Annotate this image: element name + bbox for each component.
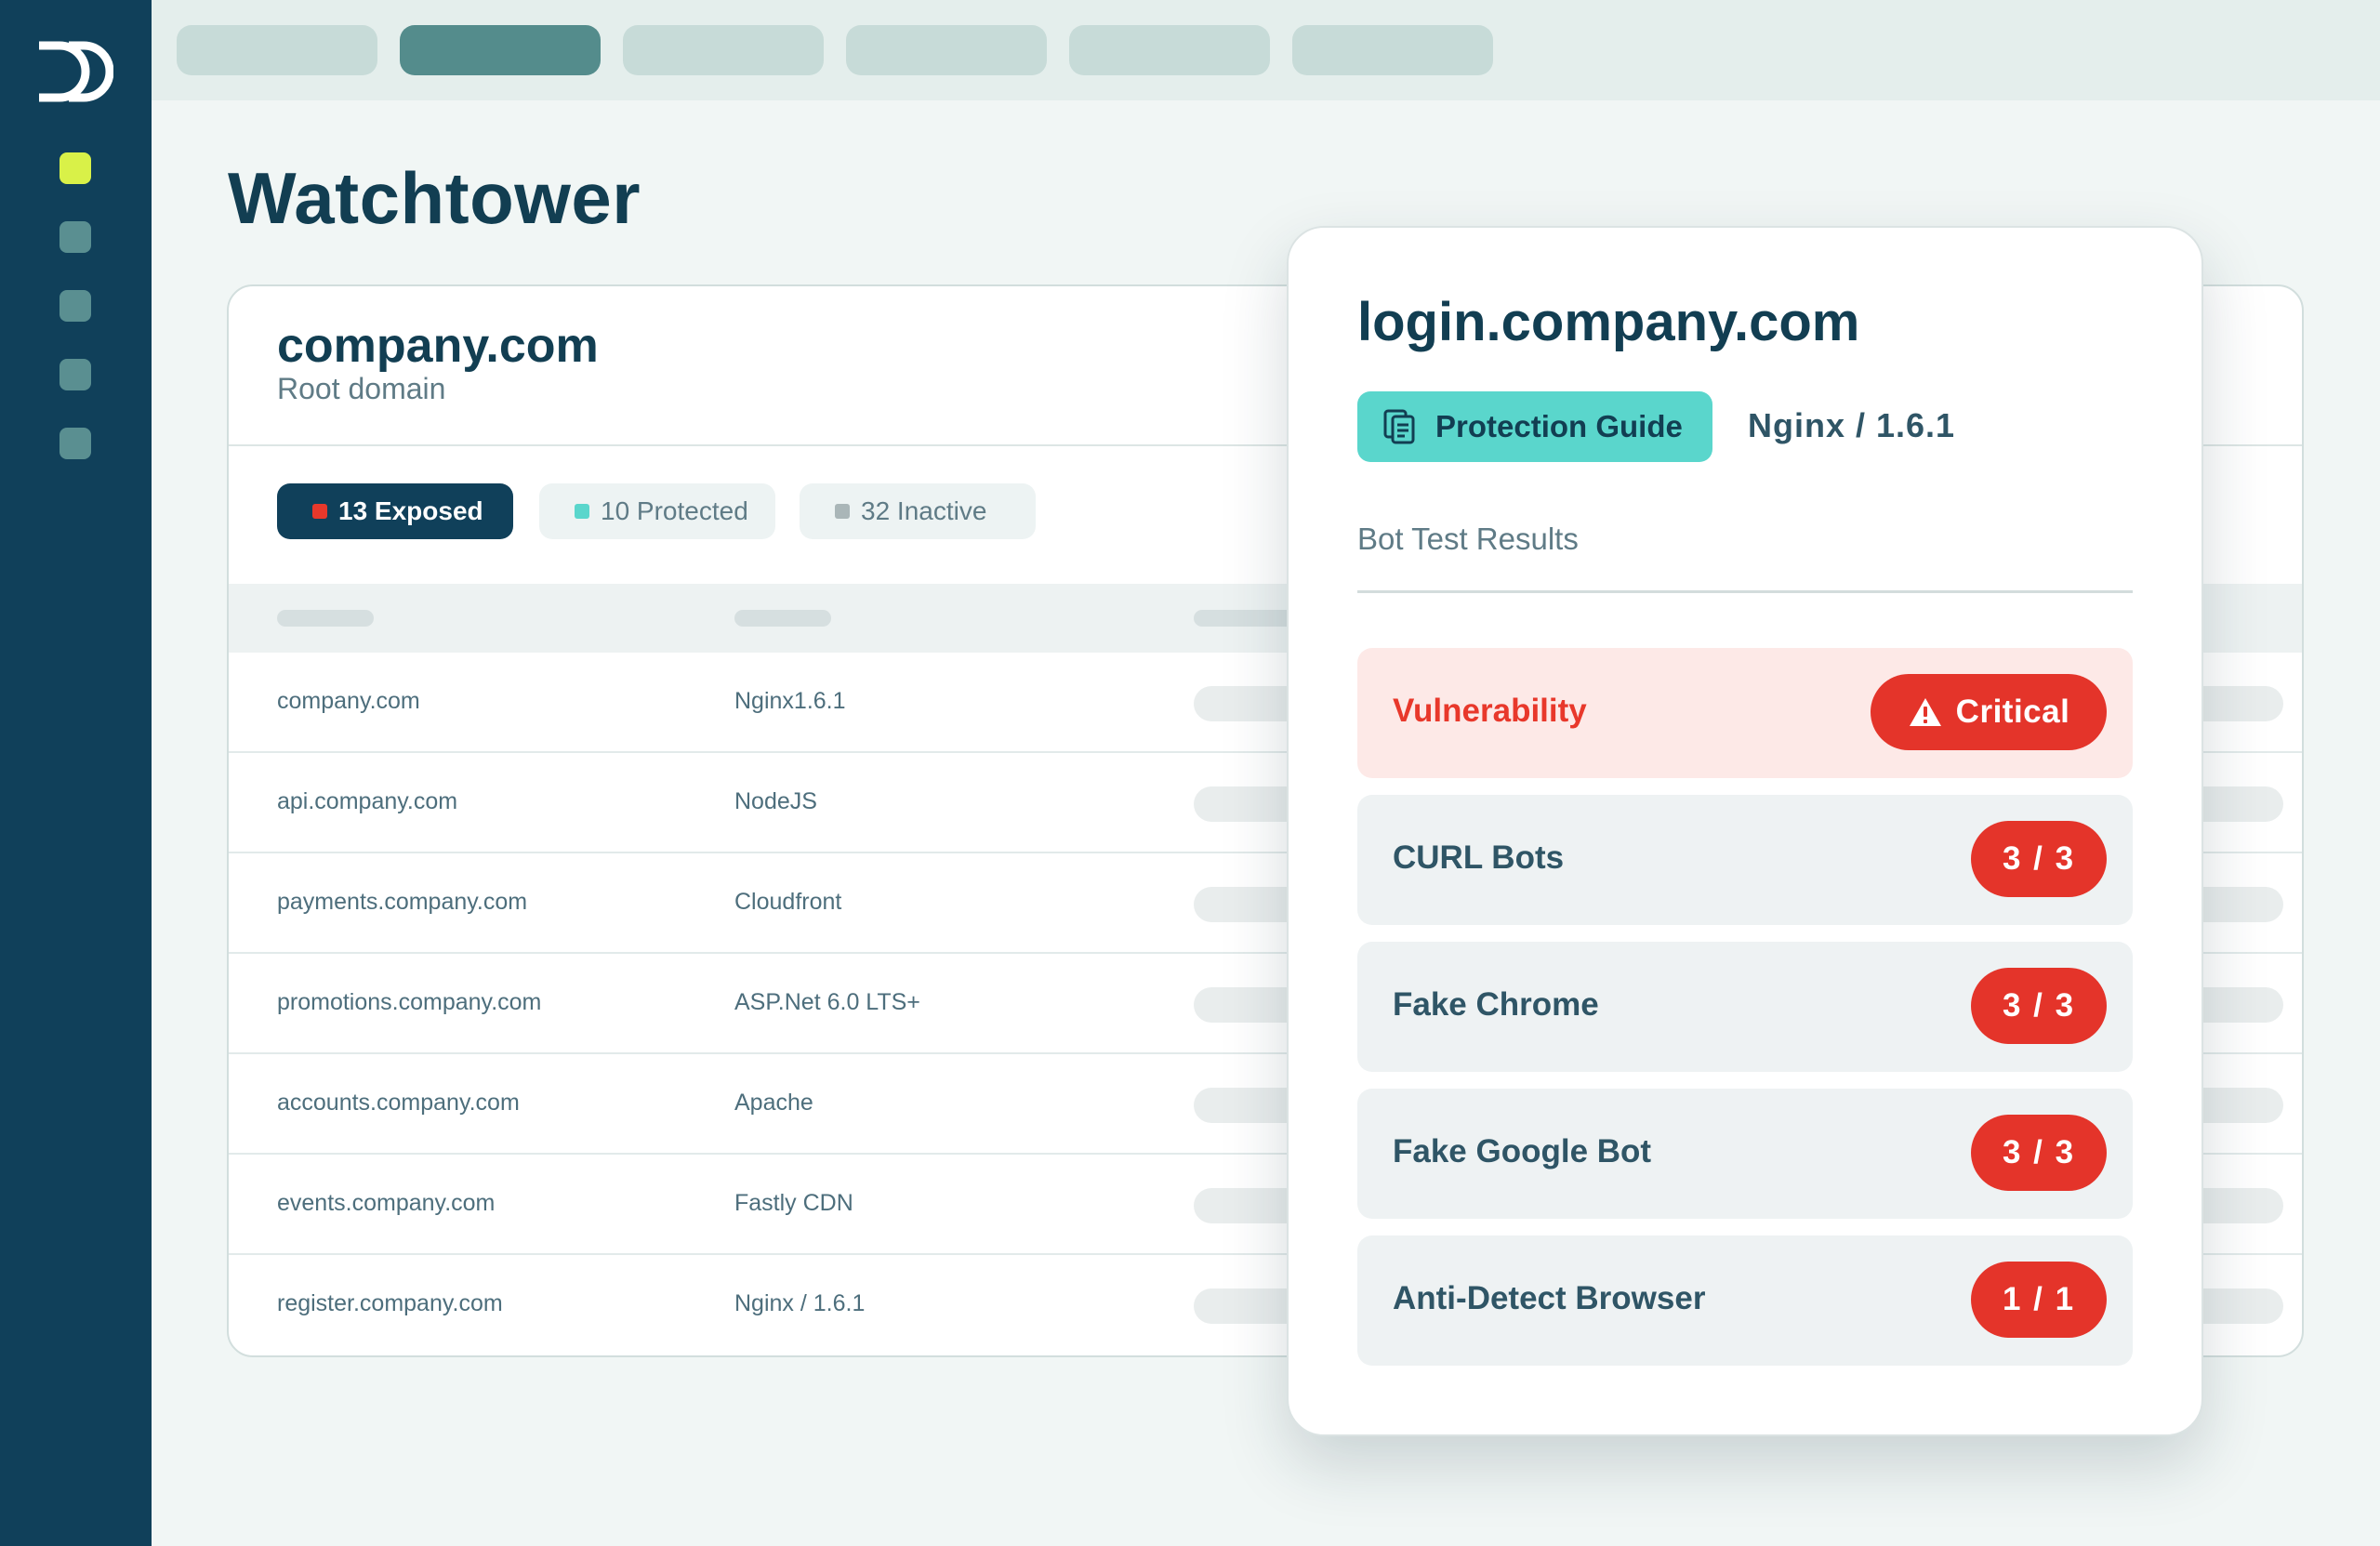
filter-exposed-label: 13 Exposed (338, 496, 483, 525)
tab-1[interactable] (177, 25, 377, 75)
top-tab-bar (152, 0, 2380, 100)
domain-subtitle: Root domain (277, 372, 446, 405)
tab-3[interactable] (623, 25, 824, 75)
sidebar (0, 0, 152, 1546)
bot-test-score-badge: 3 / 3 (1971, 821, 2107, 897)
nav-item-watchtower[interactable] (60, 152, 91, 184)
bot-test-row[interactable]: Fake Chrome 3 / 3 (1357, 942, 2133, 1072)
row-server: Fastly CDN (734, 1190, 853, 1216)
protection-guide-button[interactable]: Protection Guide (1357, 391, 1712, 462)
bot-test-label: CURL Bots (1393, 839, 1565, 876)
bot-test-label: Fake Chrome (1393, 986, 1599, 1023)
exposed-status-icon (312, 504, 327, 519)
subdomain-detail-popup: login.company.com Protection Guide Nginx… (1287, 226, 2203, 1436)
nav-item-3[interactable] (60, 290, 91, 322)
tab-5[interactable] (1069, 25, 1270, 75)
column-header-placeholder (734, 610, 831, 627)
critical-badge-label: Critical (1955, 694, 2070, 730)
row-domain: payments.company.com (277, 889, 528, 915)
row-domain: accounts.company.com (277, 1090, 520, 1116)
row-server: Cloudfront (734, 889, 842, 915)
document-icon (1383, 409, 1415, 444)
section-label: Bot Test Results (1357, 522, 1579, 556)
row-server: NodeJS (734, 788, 817, 814)
bot-test-row[interactable]: CURL Bots 3 / 3 (1357, 795, 2133, 925)
bot-test-score-badge: 1 / 1 (1971, 1262, 2107, 1338)
protected-status-icon (575, 504, 589, 519)
tab-2-active[interactable] (400, 25, 601, 75)
brand-logo-icon[interactable] (35, 41, 113, 102)
row-domain: promotions.company.com (277, 989, 542, 1015)
divider (1357, 590, 2133, 593)
warning-icon (1909, 698, 1941, 726)
tab-4[interactable] (846, 25, 1047, 75)
nav-item-2[interactable] (60, 221, 91, 253)
nav-item-4[interactable] (60, 359, 91, 390)
bot-test-row[interactable]: Fake Google Bot 3 / 3 (1357, 1089, 2133, 1219)
protection-guide-label: Protection Guide (1435, 409, 1683, 443)
bot-test-label: Fake Google Bot (1393, 1133, 1652, 1169)
vulnerability-row[interactable]: Vulnerability Critical (1357, 648, 2133, 778)
row-server: Nginx / 1.6.1 (734, 1290, 866, 1316)
row-domain: company.com (277, 688, 420, 714)
bot-test-score-badge: 3 / 3 (1971, 968, 2107, 1044)
tab-6[interactable] (1292, 25, 1493, 75)
row-server: Apache (734, 1090, 813, 1116)
server-version: Nginx / 1.6.1 (1748, 406, 1956, 444)
filter-exposed[interactable]: 13 Exposed (277, 483, 513, 539)
filter-protected-label: 10 Protected (601, 496, 748, 525)
filter-inactive-label: 32 Inactive (861, 496, 987, 525)
critical-badge: Critical (1871, 674, 2107, 750)
popup-title: login.company.com (1357, 292, 1860, 352)
inactive-status-icon (835, 504, 850, 519)
page-title: Watchtower (228, 157, 641, 239)
domain-name: company.com (277, 319, 599, 373)
row-domain: register.company.com (277, 1290, 503, 1316)
row-server: Nginx1.6.1 (734, 688, 846, 714)
row-domain: events.company.com (277, 1190, 496, 1216)
nav-item-5[interactable] (60, 428, 91, 459)
filter-protected[interactable]: 10 Protected (539, 483, 775, 539)
row-server: ASP.Net 6.0 LTS+ (734, 989, 920, 1015)
filter-inactive[interactable]: 32 Inactive (800, 483, 1036, 539)
bot-test-label: Anti-Detect Browser (1393, 1280, 1706, 1316)
bot-test-score-badge: 3 / 3 (1971, 1115, 2107, 1191)
row-domain: api.company.com (277, 788, 458, 814)
column-header-placeholder (277, 610, 374, 627)
vulnerability-label: Vulnerability (1393, 693, 1587, 729)
bot-test-row[interactable]: Anti-Detect Browser 1 / 1 (1357, 1235, 2133, 1366)
